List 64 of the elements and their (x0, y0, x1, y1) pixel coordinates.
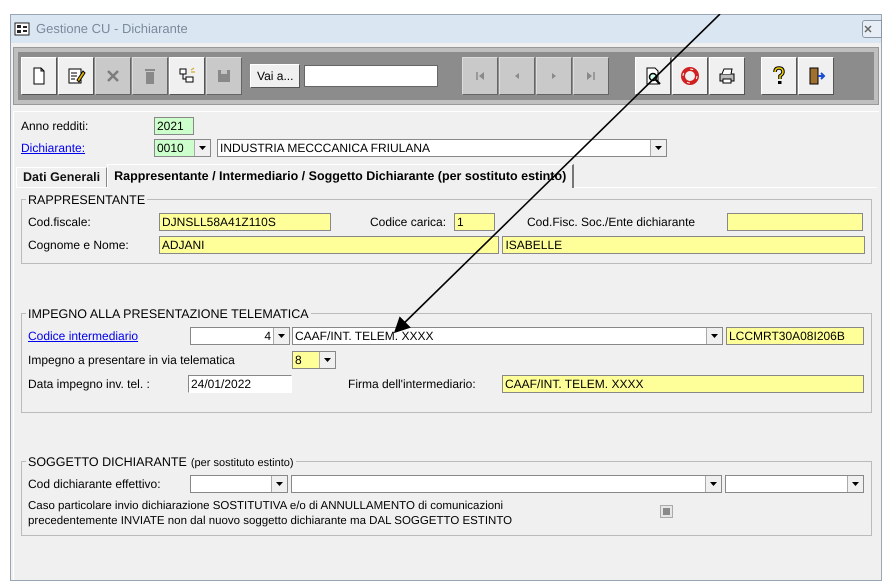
description-text: Caso particolare invio dichiarazione SOSTITUTIVA e/o di ANNULLAMENTO di comunicazioni precedentemente INVIATE non dal nuovo soggetto dichiarante ma DAL SOGGETTO ESTINTO (28, 499, 514, 529)
entity-tax-code-field[interactable] (727, 213, 863, 231)
dichiarante-link[interactable]: Dichiarante: (21, 139, 154, 157)
date-field[interactable]: 24/01/2022 (188, 375, 292, 393)
year-field[interactable]: 2021 (154, 117, 194, 135)
caret-icon (852, 482, 859, 486)
first-name-field[interactable]: ISABELLE (502, 236, 865, 254)
section-title: IMPEGNO ALLA PRESENTAZIONE TELEMATICA (28, 306, 309, 323)
refresh-icon (679, 65, 702, 87)
caret-icon (710, 482, 717, 486)
role-code-field[interactable]: 1 (454, 213, 495, 231)
commitment-dropdown[interactable]: 8 (292, 351, 336, 369)
goto-button[interactable]: Vai a... (250, 64, 300, 88)
code-dropdown[interactable]: 0010 (154, 139, 211, 157)
edit-button[interactable] (58, 57, 94, 95)
intermediary-dropdown[interactable]: CAAF/INT. TELEM. XXXX (292, 327, 723, 345)
new-button[interactable] (21, 57, 57, 95)
close-icon (863, 24, 873, 34)
tab[interactable]: Dati Generali (16, 167, 108, 187)
field-label: Firma dell'intermediario: (348, 376, 477, 393)
caret-icon (199, 146, 206, 150)
section-title: SOGGETTO DICHIARANTE (28, 454, 187, 471)
tax-code-field[interactable]: DJNSLL58A41Z110S (159, 213, 331, 231)
close-button[interactable] (862, 20, 882, 38)
help-button[interactable] (761, 57, 798, 95)
window-title: Gestione CU - Dichiarante (36, 20, 188, 38)
dropdown-button[interactable] (706, 328, 722, 344)
dropdown-button[interactable] (273, 328, 289, 344)
next-icon (552, 73, 556, 79)
exit-button[interactable] (798, 57, 834, 95)
intermediary-code-dropdown[interactable]: 4 (190, 327, 290, 345)
caret-icon (278, 334, 285, 338)
signature-field[interactable]: CAAF/INT. TELEM. XXXX (502, 375, 864, 393)
preview-button[interactable] (635, 57, 672, 95)
company-dropdown[interactable]: INDUSTRIA MECCCANICA FRIULANA (217, 139, 667, 157)
previous-icon (515, 73, 520, 79)
refresh-button[interactable] (672, 57, 708, 95)
dropdown-button[interactable] (271, 476, 287, 492)
field-label: Data impegno inv. tel. : (28, 376, 151, 393)
field-label: Cod.Fisc. Soc./Ente dichiarante (527, 214, 696, 231)
section-note: (per sostituto estinto) (190, 456, 294, 471)
field-label: Cod dichiarante effettivo: (28, 476, 162, 493)
field-label: Cod.fiscale: (28, 214, 92, 231)
copy-button[interactable] (169, 57, 205, 95)
dropdown-button[interactable] (319, 352, 335, 368)
field-label: Cognome e Nome: (28, 237, 130, 254)
surname-field[interactable]: ADJANI (158, 236, 500, 254)
dropdown-button[interactable] (847, 476, 863, 492)
intermediary-link[interactable]: Codice intermediario (28, 327, 190, 345)
caret-icon (324, 358, 331, 362)
section-title: RAPPRESENTANTE (28, 192, 146, 209)
app-icon (14, 22, 30, 36)
dropdown-button[interactable] (705, 476, 721, 492)
dropdown-button[interactable] (650, 140, 666, 156)
caret-icon (711, 334, 718, 338)
print-button[interactable] (709, 57, 746, 95)
goto-field[interactable] (304, 65, 438, 87)
intermediary-tax-code-field[interactable]: LCCMRT30A08I206B (726, 327, 864, 345)
caret-icon (276, 482, 283, 486)
field-label: Anno redditi: (21, 118, 90, 135)
dropdown-button[interactable] (194, 140, 210, 156)
caret-icon (655, 146, 662, 150)
field-label: Impegno a presentare in via telematica (28, 352, 236, 369)
field-label: Codice carica: (370, 214, 448, 231)
